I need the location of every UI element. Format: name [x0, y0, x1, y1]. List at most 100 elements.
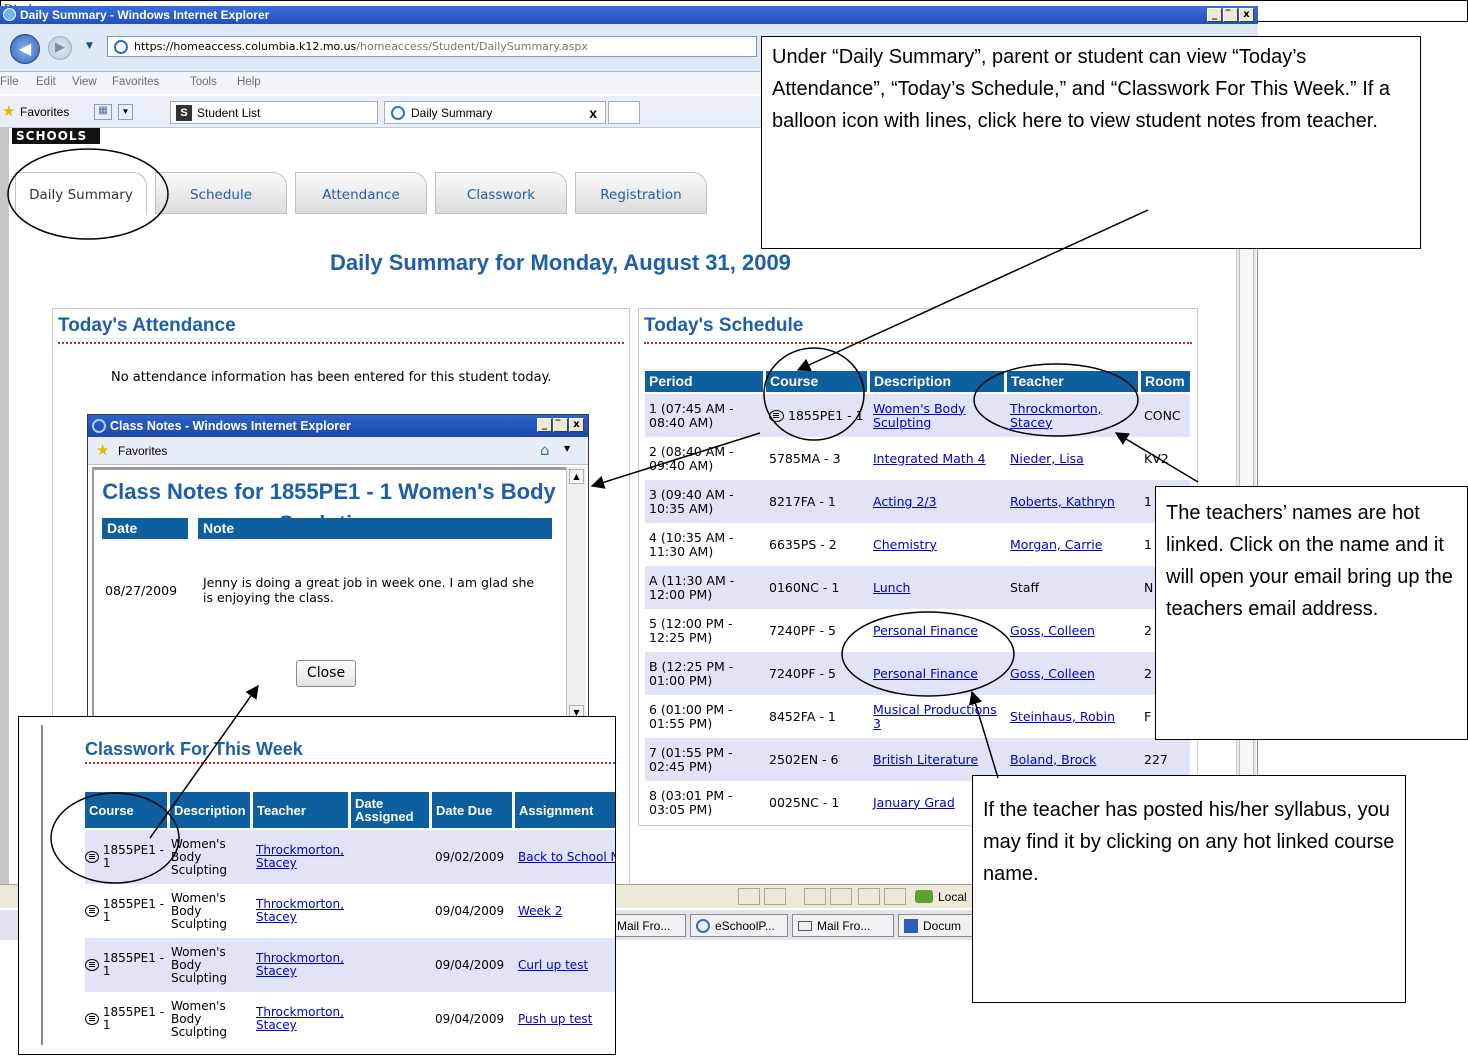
course-syllabus-link[interactable]: Integrated Math 4 — [873, 451, 986, 466]
schedule-room-text: CONC — [1144, 407, 1181, 423]
maximize-button[interactable]: ̅ — [1223, 8, 1238, 22]
close-tab-icon[interactable]: x — [589, 105, 597, 121]
course-syllabus-link[interactable]: British Literature — [873, 752, 978, 767]
close-window-button[interactable]: x — [569, 418, 584, 432]
teacher-email-link[interactable]: Morgan, Carrie — [1010, 537, 1102, 552]
teacher-email-link[interactable]: Goss, Colleen — [1010, 666, 1095, 681]
class-notes-scrollbar[interactable]: ▲ ▼ — [566, 467, 586, 723]
taskbar-mail-2[interactable]: Mail Fro... — [792, 914, 894, 937]
schedule-period-text: 6 (01:00 PM - 01:55 PM) — [649, 701, 733, 731]
url-host: https://homeaccess.columbia.k12.mo.us — [134, 40, 357, 53]
teacher-email-link[interactable]: Boland, Brock — [1010, 752, 1096, 767]
menu-tools[interactable]: Tools — [190, 76, 217, 88]
schedule-row: 2 (08:40 AM - 09:40 AM) 5785MA - 3 Integra… — [645, 437, 1190, 480]
forward-arrow-icon[interactable]: ▶ — [48, 36, 72, 60]
classwork-cell-date_assigned — [354, 830, 432, 884]
classwork-description-text: Women's Body Sculpting — [171, 944, 228, 985]
teacher-email-link[interactable]: Throckmorton, Stacey — [256, 844, 351, 870]
classwork-cell-description: Women's Body Sculpting — [171, 830, 253, 884]
course-syllabus-link[interactable]: January Grad — [873, 795, 955, 810]
class-notes-window-title: Class Notes - Windows Internet Explorer — [110, 419, 351, 433]
schedule-header-row: Period Course Description Teacher Room — [645, 371, 1190, 392]
note-balloon-icon[interactable] — [85, 959, 99, 971]
minimize-button[interactable]: _ — [537, 418, 552, 432]
assignment-link[interactable]: Back to School Night — [518, 850, 615, 864]
taskbar-document[interactable]: Docum — [898, 914, 980, 937]
note-balloon-icon[interactable] — [85, 905, 99, 917]
intranet-zone-icon — [915, 890, 933, 903]
address-input[interactable]: https://homeaccess.columbia.k12.mo.us/ho… — [107, 36, 757, 57]
schedule-cell-course: 6635PS - 2 — [769, 523, 867, 566]
teacher-email-link[interactable]: Goss, Colleen — [1010, 623, 1095, 638]
scroll-up-icon[interactable]: ▲ — [569, 469, 584, 484]
note-text: Jenny is doing a great job in week one. … — [203, 575, 535, 605]
tab-schedule[interactable]: Schedule — [155, 172, 287, 214]
home-dropdown-icon[interactable]: ▼ — [564, 444, 570, 453]
note-balloon-icon[interactable] — [769, 409, 784, 422]
back-arrow-icon[interactable]: ◀ — [10, 34, 40, 64]
menu-favorites[interactable]: Favorites — [112, 76, 159, 88]
schedule-room-text: 2 — [1144, 665, 1152, 681]
note-balloon-icon[interactable] — [85, 1013, 99, 1025]
classwork-cell-date_due: 09/04/2009 — [435, 884, 515, 938]
status-pane — [738, 888, 760, 905]
note-balloon-icon[interactable] — [85, 851, 99, 863]
course-syllabus-link[interactable]: Lunch — [873, 580, 910, 595]
maximize-button[interactable]: ̅ — [553, 418, 568, 432]
classwork-cell-date_assigned — [354, 938, 432, 992]
popup-window-controls: _ ̅ x — [537, 418, 584, 432]
teacher-email-link[interactable]: Roberts, Kathryn — [1010, 494, 1115, 509]
quick-tabs-icon[interactable]: ▦ — [94, 104, 112, 120]
favorites-button[interactable]: Favorites — [118, 444, 167, 458]
classwork-cell-assignment: Back to School Night — [518, 830, 615, 884]
course-syllabus-link[interactable]: Acting 2/3 — [873, 494, 937, 509]
tab-daily-summary-nav[interactable]: Daily Summary — [15, 172, 147, 214]
new-tab-button[interactable] — [608, 101, 640, 124]
schedule-divider — [644, 342, 1192, 344]
tab-list-dropdown-icon[interactable]: ▼ — [118, 104, 133, 120]
schedule-course-text: 0160NC - 1 — [769, 579, 840, 595]
schedule-course-text: 0025NC - 1 — [769, 794, 840, 810]
menu-file[interactable]: File — [0, 76, 19, 88]
assignment-link[interactable]: Week 2 — [518, 904, 562, 918]
tab-classwork[interactable]: Classwork — [435, 172, 567, 214]
classwork-cell-teacher: Throckmorton, Stacey — [256, 830, 351, 884]
taskbar-eschool[interactable]: eSchoolP... — [690, 914, 788, 937]
assignment-link[interactable]: Curl up test — [518, 958, 588, 972]
history-dropdown-icon[interactable]: ▼ — [86, 41, 93, 51]
tab-daily-summary[interactable]: Daily Summary x — [384, 101, 606, 124]
minimize-button[interactable]: _ — [1207, 8, 1222, 22]
course-syllabus-link[interactable]: Chemistry — [873, 537, 937, 552]
teacher-email-link[interactable]: Throckmorton, Stacey — [1010, 401, 1138, 430]
cw-col-teacher: Teacher — [253, 792, 348, 828]
schedule-cell-description: Acting 2/3 — [873, 480, 1004, 523]
favorites-button[interactable]: Favorites — [20, 105, 69, 119]
menu-view[interactable]: View — [72, 76, 97, 88]
teacher-email-link[interactable]: Throckmorton, Stacey — [256, 1006, 351, 1032]
teacher-email-link[interactable]: Throckmorton, Stacey — [256, 952, 351, 978]
tab-registration[interactable]: Registration — [575, 172, 707, 214]
schedule-row: 5 (12:00 PM - 12:25 PM) 7240PF - 5 Persona… — [645, 609, 1190, 652]
close-button[interactable]: Close — [296, 660, 356, 687]
teacher-email-link[interactable]: Nieder, Lisa — [1010, 451, 1084, 466]
course-syllabus-link[interactable]: Personal Finance — [873, 623, 978, 638]
schedule-course-text: 2502EN - 6 — [769, 751, 839, 767]
schedule-cell-teacher: Roberts, Kathryn — [1010, 480, 1138, 523]
tab-attendance[interactable]: Attendance — [295, 172, 427, 214]
classwork-course-text: 1855PE1 - 1 — [102, 897, 164, 924]
assignment-link[interactable]: Push up test — [518, 1012, 592, 1026]
attendance-divider — [58, 342, 624, 344]
schedule-period-text: 8 (03:01 PM - 03:05 PM) — [649, 787, 733, 817]
col-description: Description — [870, 371, 1004, 392]
menu-edit[interactable]: Edit — [36, 76, 56, 88]
close-window-button[interactable]: x — [1239, 8, 1254, 22]
course-syllabus-link[interactable]: Women's Body Sculpting — [873, 401, 1004, 430]
taskbar-mail-1[interactable]: Mail Fro... — [612, 914, 686, 937]
teacher-email-link[interactable]: Throckmorton, Stacey — [256, 898, 351, 924]
tab-student-list[interactable]: S Student List — [170, 101, 378, 124]
course-syllabus-link[interactable]: Personal Finance — [873, 666, 978, 681]
course-syllabus-link[interactable]: Musical Productions 3 — [873, 702, 1004, 731]
menu-help[interactable]: Help — [237, 76, 261, 88]
teacher-email-link[interactable]: Steinhaus, Robin — [1010, 709, 1115, 724]
home-icon[interactable]: ⌂ — [540, 441, 550, 459]
